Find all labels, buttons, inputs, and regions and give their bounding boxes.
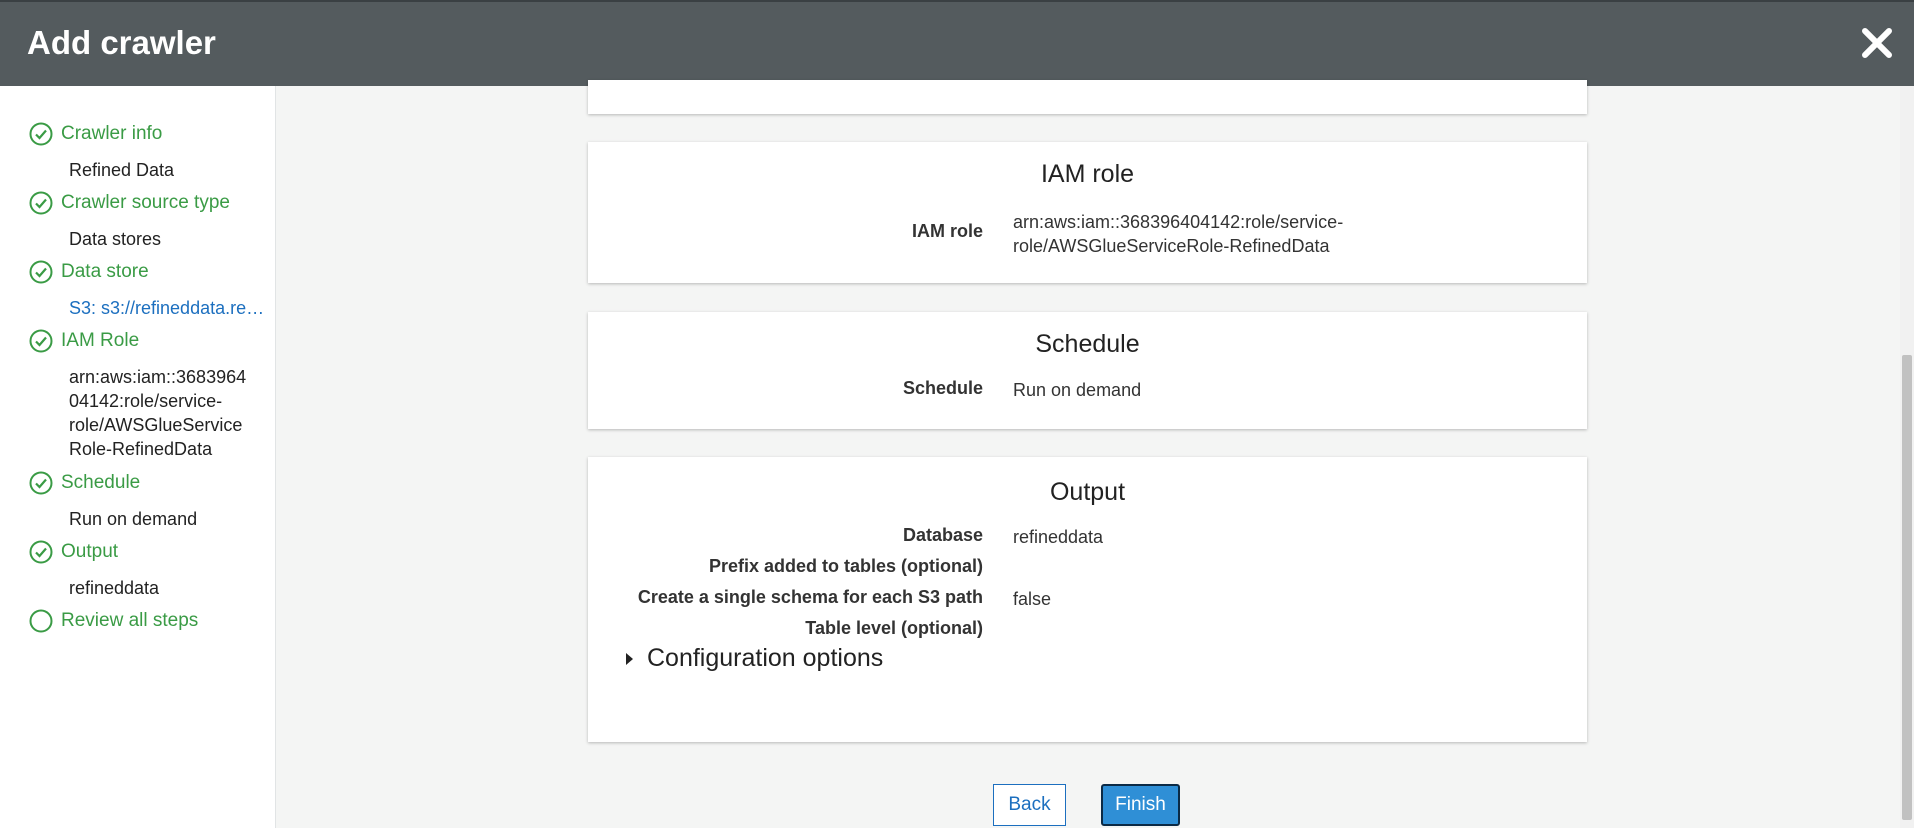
step-review-all[interactable]: Review all steps xyxy=(29,609,198,633)
iam-line: role/AWSGlueService xyxy=(69,415,243,435)
iam-line: 04142:role/service- xyxy=(69,391,223,411)
iam-role-card: IAM role IAM role arn:aws:iam::368396404… xyxy=(588,142,1587,283)
step-data-store[interactable]: Data store xyxy=(29,260,149,284)
check-circle-icon xyxy=(29,122,53,146)
steps-sidebar: Crawler info Refined Data Crawler source… xyxy=(0,86,276,828)
step-value-data-store-link[interactable]: S3: s3://refineddata.refineddata xyxy=(69,296,265,320)
iam-role-value: arn:aws:iam::368396404142:role/service- … xyxy=(1013,210,1433,258)
configuration-options-label: Configuration options xyxy=(647,644,884,672)
check-circle-icon xyxy=(29,260,53,284)
step-crawler-source-type[interactable]: Crawler source type xyxy=(29,191,230,215)
step-label: Schedule xyxy=(61,472,141,493)
iam-line: arn:aws:iam::3683964 xyxy=(69,367,247,387)
step-label: Crawler source type xyxy=(61,192,230,213)
table-level-label: Table level (optional) xyxy=(805,618,983,638)
modal-header: Add crawler xyxy=(0,0,1914,86)
step-iam-role[interactable]: IAM Role xyxy=(29,329,139,353)
output-card: Output Database refineddata Prefix added… xyxy=(588,457,1587,742)
single-schema-label: Create a single schema for each S3 path xyxy=(637,587,983,607)
step-value-output: refineddata xyxy=(69,578,160,598)
iam-role-label: IAM role xyxy=(911,221,983,241)
single-schema-value: false xyxy=(1013,589,1052,609)
finish-button[interactable]: Finish xyxy=(1101,784,1180,826)
step-value-schedule: Run on demand xyxy=(69,509,198,529)
caret-right-icon xyxy=(626,652,633,665)
check-circle-icon xyxy=(29,540,53,564)
close-icon[interactable] xyxy=(1860,26,1894,60)
iam-line: Role-RefinedData xyxy=(69,439,213,459)
check-circle-icon xyxy=(29,329,53,353)
step-label: Output xyxy=(61,541,119,562)
prefix-label: Prefix added to tables (optional) xyxy=(708,556,983,576)
step-label: Crawler info xyxy=(61,123,163,144)
database-value: refineddata xyxy=(1013,527,1104,547)
back-button[interactable]: Back xyxy=(993,784,1066,826)
step-value-source-type: Data stores xyxy=(69,229,162,249)
iam-value-line: role/AWSGlueServiceRole-RefinedData xyxy=(1013,236,1330,256)
step-label: Data store xyxy=(61,261,149,282)
check-circle-icon xyxy=(29,471,53,495)
section-title: Schedule xyxy=(1035,330,1140,358)
section-title: Output xyxy=(1049,478,1126,506)
modal-title: Add crawler xyxy=(27,24,216,61)
step-value-iam-role: arn:aws:iam::3683964 04142:role/service-… xyxy=(69,365,265,461)
schedule-card: Schedule Schedule Run on demand xyxy=(588,312,1587,429)
step-label: IAM Role xyxy=(61,330,140,351)
schedule-label: Schedule xyxy=(902,378,983,398)
configuration-options-toggle[interactable]: Configuration options xyxy=(626,644,883,673)
scrollbar-thumb[interactable] xyxy=(1902,355,1912,820)
step-label: Review all steps xyxy=(61,610,199,631)
step-crawler-info[interactable]: Crawler info xyxy=(29,122,162,146)
previous-section-card xyxy=(588,80,1587,114)
iam-value-line: arn:aws:iam::368396404142:role/service- xyxy=(1013,212,1344,232)
step-output[interactable]: Output xyxy=(29,540,118,564)
step-schedule[interactable]: Schedule xyxy=(29,471,140,495)
database-label: Database xyxy=(902,525,983,545)
empty-circle-icon xyxy=(29,609,53,633)
section-title: IAM role xyxy=(1040,160,1135,188)
check-circle-icon xyxy=(29,191,53,215)
schedule-value: Run on demand xyxy=(1013,380,1142,400)
step-value-crawler-info: Refined Data xyxy=(69,160,175,180)
